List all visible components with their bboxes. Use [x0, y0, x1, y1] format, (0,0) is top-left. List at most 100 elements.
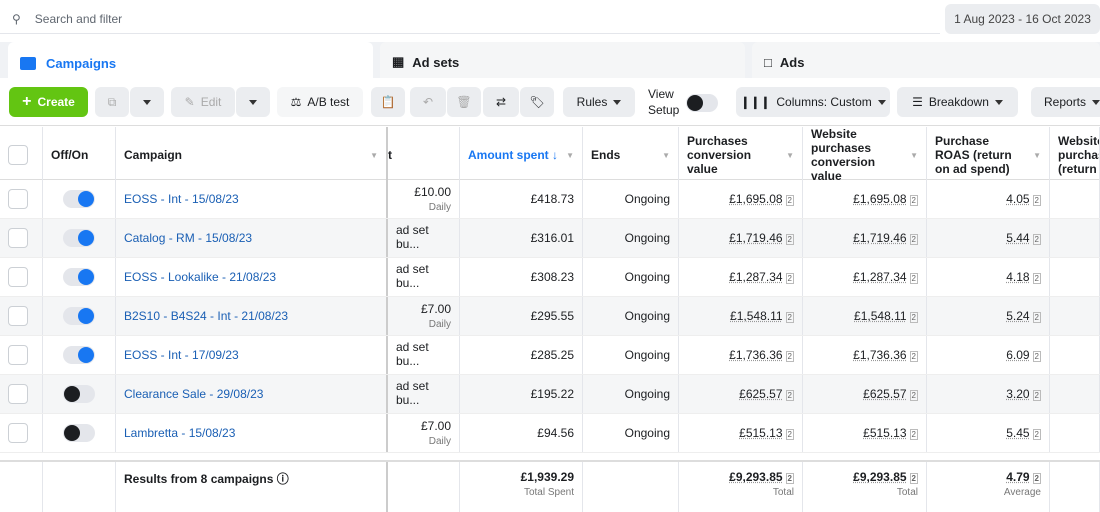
row-checkbox[interactable] [8, 228, 28, 248]
caret-down-icon [995, 100, 1003, 105]
table-row[interactable]: EOSS - Int - 15/08/23 £10.00 Daily £418.73 O… [0, 180, 1100, 219]
preview-button[interactable]: ⇄ [483, 87, 519, 117]
tab-ad-sets[interactable]: ▦ Ad sets [380, 42, 745, 82]
columns-button[interactable]: ❙❙❙ Columns: Custom [736, 87, 890, 117]
table-row[interactable]: B2S10 - B4S24 - Int - 21/08/23 £7.00 Daily… [0, 297, 1100, 336]
search-bar[interactable]: ⚲ Search and filter [0, 4, 940, 34]
table-row[interactable]: Clearance Sale - 29/08/23 ad set bu... £19… [0, 375, 1100, 414]
budget-value: ad set bu... [396, 262, 451, 290]
average-roas-value: 4.79 [1006, 470, 1029, 484]
attribution-marker: 2 [786, 195, 794, 206]
campaign-name-link[interactable]: EOSS - Lookalike - 21/08/23 [124, 270, 276, 284]
campaign-name-link[interactable]: EOSS - Int - 17/09/23 [124, 348, 239, 362]
header-purchases-conversion-value[interactable]: Purchases conversion value ▼ [679, 127, 803, 183]
duplicate-button[interactable]: ⧉ [95, 87, 129, 117]
amount-spent-cell: £295.55 [460, 297, 583, 335]
header-off-on[interactable]: Off/On [43, 127, 116, 183]
reports-button[interactable]: Reports [1031, 87, 1100, 117]
wpcv-value: £1,695.08 [853, 192, 906, 206]
toggle-cell [43, 297, 116, 335]
date-range-picker[interactable]: 1 Aug 2023 - 16 Oct 2023 [945, 4, 1100, 34]
campaign-toggle[interactable] [63, 424, 95, 442]
roas-value: 4.05 [1006, 192, 1029, 206]
delete-button[interactable]: 🗑 [447, 87, 481, 117]
row-checkbox[interactable] [8, 306, 28, 326]
ab-test-button[interactable]: ⚖ A/B test [277, 87, 363, 117]
clipboard-button[interactable]: 📋 [371, 87, 405, 117]
campaign-name-link[interactable]: B2S10 - B4S24 - Int - 21/08/23 [124, 309, 288, 323]
edit-label: Edit [201, 95, 222, 109]
total-spent-label: Total Spent [468, 487, 574, 498]
budget-cell: £7.00 Daily [388, 297, 460, 335]
header-ends[interactable]: Ends ▼ [583, 127, 679, 183]
search-input[interactable]: Search and filter [35, 12, 122, 26]
caret-down-icon [878, 100, 886, 105]
attribution-marker: 2 [786, 351, 794, 362]
edit-dropdown[interactable] [236, 87, 270, 117]
table-row[interactable]: Catalog - RM - 15/08/23 ad set bu... £316.… [0, 219, 1100, 258]
reports-label: Reports [1044, 95, 1086, 109]
campaign-name-link[interactable]: Catalog - RM - 15/08/23 [124, 231, 252, 245]
website-roas-cell [1050, 375, 1100, 413]
campaign-cell: Lambretta - 15/08/23 [116, 414, 388, 452]
ends-value: Ongoing [625, 348, 670, 362]
wpcv-cell: £1,719.46 2 [803, 219, 927, 257]
table-row[interactable]: EOSS - Lookalike - 21/08/23 ad set bu... £… [0, 258, 1100, 297]
campaign-toggle[interactable] [63, 268, 95, 286]
campaign-name-link[interactable]: Clearance Sale - 29/08/23 [124, 387, 263, 401]
row-checkbox[interactable] [8, 423, 28, 443]
duplicate-dropdown[interactable] [130, 87, 164, 117]
campaign-toggle[interactable] [63, 190, 95, 208]
pcv-value: £1,287.34 [729, 270, 782, 284]
toggle-cell [43, 336, 116, 374]
header-website-roas[interactable]: Website purchas (return [1050, 127, 1100, 183]
campaign-toggle[interactable] [63, 229, 95, 247]
breakdown-button[interactable]: ☰ Breakdown [897, 87, 1018, 117]
header-purchase-roas[interactable]: Purchase ROAS (return on ad spend) ▼ [927, 127, 1050, 183]
rules-button[interactable]: Rules [563, 87, 635, 117]
info-icon[interactable]: ⓘ [277, 472, 289, 486]
campaign-name-link[interactable]: EOSS - Int - 15/08/23 [124, 192, 239, 206]
tag-button[interactable]: 🏷 [520, 87, 554, 117]
header-campaign[interactable]: Campaign ▼ [116, 127, 388, 183]
row-checkbox[interactable] [8, 384, 28, 404]
header-amount-spent[interactable]: Amount spent ↓ ▼ [460, 127, 583, 183]
attribution-marker: 2 [1033, 390, 1041, 401]
website-roas-cell [1050, 414, 1100, 452]
table-row[interactable]: EOSS - Int - 17/09/23 ad set bu... £285.25… [0, 336, 1100, 375]
row-checkbox[interactable] [8, 345, 28, 365]
campaign-toggle[interactable] [63, 307, 95, 325]
total-pcv-value: £9,293.85 [729, 470, 782, 484]
undo-button[interactable]: ↶ [410, 87, 446, 117]
amount-spent-value: £295.55 [531, 309, 574, 323]
header-budget[interactable]: t [388, 127, 460, 183]
pcv-cell: £1,548.11 2 [679, 297, 803, 335]
pcv-value: £1,548.11 [730, 309, 783, 323]
header-website-purchases-conversion-value[interactable]: Website purchases conversion value ▼ [803, 127, 927, 183]
website-roas-cell [1050, 219, 1100, 257]
website-roas-cell [1050, 180, 1100, 218]
edit-button[interactable]: ✎ Edit [171, 87, 235, 117]
amount-spent-cell: £418.73 [460, 180, 583, 218]
preview-icon: ⇄ [496, 95, 506, 109]
table-row[interactable]: Lambretta - 15/08/23 £7.00 Daily £94.56 Ongo… [0, 414, 1100, 453]
level-tabs: Campaigns ▦ Ad sets □ Ads [0, 42, 1100, 82]
row-checkbox[interactable] [8, 189, 28, 209]
campaign-toggle[interactable] [63, 346, 95, 364]
wpcv-cell: £1,736.36 2 [803, 336, 927, 374]
folder-icon [20, 57, 36, 70]
campaign-toggle[interactable] [63, 385, 95, 403]
tab-ads[interactable]: □ Ads [752, 42, 1100, 82]
view-setup-toggle[interactable] [686, 94, 718, 112]
caret-down-icon [143, 100, 151, 105]
select-all-checkbox[interactable] [8, 145, 28, 165]
row-checkbox[interactable] [8, 267, 28, 287]
attribution-marker: 2 [910, 429, 918, 440]
toggle-cell [43, 258, 116, 296]
budget-value: ad set bu... [396, 340, 451, 368]
header-label: Campaign [124, 148, 182, 162]
campaign-name-link[interactable]: Lambretta - 15/08/23 [124, 426, 235, 440]
amount-spent-value: £285.25 [531, 348, 574, 362]
create-button[interactable]: + Create [9, 87, 88, 117]
wpcv-value: £1,287.34 [853, 270, 906, 284]
